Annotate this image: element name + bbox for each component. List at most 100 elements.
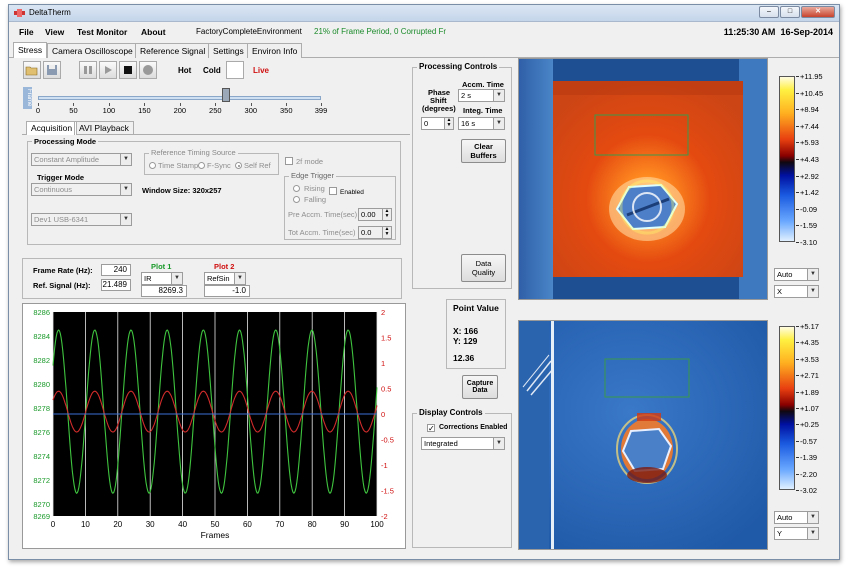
edge-enabled-checkbox[interactable] xyxy=(329,187,337,195)
stress-image-top[interactable] xyxy=(518,58,768,300)
colorbar-tick-mark xyxy=(796,142,799,144)
open-folder-button[interactable] xyxy=(23,61,41,79)
trigger-mode-select[interactable]: Continuous ▼ xyxy=(31,183,132,196)
window-size: Window Size: 320x257 xyxy=(142,186,222,195)
pre-accm-spinner[interactable]: 0.00 ▲ ▼ xyxy=(358,208,392,221)
display-mode-select[interactable]: Integrated ▼ xyxy=(421,437,505,450)
window-title: DeltaTherm xyxy=(29,8,71,17)
processing-mode-group: Processing Mode Constant Amplitude ▼ Trig… xyxy=(27,137,401,245)
processing-mode-select[interactable]: Constant Amplitude ▼ xyxy=(31,153,132,166)
phase-shift-spinner[interactable]: 0 ▲ ▼ xyxy=(421,117,454,130)
tab-reference-signal[interactable]: Reference Signal xyxy=(135,43,211,58)
save-button[interactable] xyxy=(43,61,61,79)
top-axis-select[interactable]: X ▼ xyxy=(774,285,819,298)
corrections-checkbox[interactable]: ✓ xyxy=(427,424,435,433)
colorbar-tick-mark xyxy=(796,326,799,327)
accm-time-select[interactable]: 2 s ▼ xyxy=(458,89,505,102)
chevron-down-icon: ▼ xyxy=(120,154,131,165)
y-left-tick-label: 8280 xyxy=(33,380,50,389)
top-scale-mode-value: Auto xyxy=(777,270,793,279)
edge-enabled-label: Enabled xyxy=(340,189,364,196)
y-right-tick-label: 1.5 xyxy=(381,334,391,343)
edge-trigger-title: Edge Trigger xyxy=(289,171,336,180)
point-value-box: Point Value X: 166 Y: 129 12.36 xyxy=(446,299,506,369)
self-ref-radio[interactable] xyxy=(235,162,242,169)
cold-button[interactable]: Cold xyxy=(203,66,221,75)
tab-settings[interactable]: Settings xyxy=(208,43,249,58)
spinner-arrows-icon: ▲ ▼ xyxy=(444,118,453,129)
y-left-tick-label: 8269 xyxy=(33,512,50,521)
clear-buffers-button[interactable]: Clear Buffers xyxy=(461,139,506,163)
menu-file[interactable]: File xyxy=(19,27,34,37)
fsync-radio[interactable] xyxy=(198,162,205,169)
rising-radio[interactable] xyxy=(293,185,300,192)
display-controls-group: Display Controls ✓ Corrections Enabled I… xyxy=(412,408,512,548)
tab-camera-oscilloscope[interactable]: Camera Oscilloscope xyxy=(47,43,138,58)
x-tick-label: 70 xyxy=(275,520,284,529)
device-select[interactable]: Dev1 USB-6341 ▼ xyxy=(31,213,132,226)
close-button[interactable]: ✕ xyxy=(801,6,835,18)
stress-map-top[interactable] xyxy=(519,59,767,299)
slider-tick-mark xyxy=(38,103,39,106)
device-value: Dev1 USB-6341 xyxy=(34,215,89,224)
frame-slider-track[interactable] xyxy=(38,96,321,100)
hot-button[interactable]: Hot xyxy=(178,66,191,75)
bottom-axis-select[interactable]: Y ▼ xyxy=(774,527,819,540)
tab-acquisition[interactable]: Acquisition xyxy=(26,121,78,135)
play-button[interactable] xyxy=(99,61,117,79)
bottom-scale-mode-select[interactable]: Auto ▼ xyxy=(774,511,819,524)
pause-icon xyxy=(84,66,92,74)
oscilloscope-plot[interactable]: 0 10 20 30 40 50 60 70 80 90 100 Frames 8286 8284 8282… xyxy=(22,303,406,549)
slider-tick-mark xyxy=(215,103,217,106)
colorbar-tick-label: +1.07 xyxy=(800,404,819,413)
stop-button[interactable] xyxy=(119,61,137,79)
corrections-label: Corrections Enabled xyxy=(439,424,508,431)
minimize-button[interactable]: – xyxy=(759,6,779,18)
falling-radio[interactable] xyxy=(293,196,300,203)
integ-time-select[interactable]: 16 s ▼ xyxy=(458,117,505,130)
slider-tick-mark xyxy=(321,103,322,106)
capture-data-button[interactable]: Capture Data xyxy=(462,375,498,399)
tab-stress[interactable]: Stress xyxy=(13,42,48,58)
colorbar-tick-mark xyxy=(796,358,799,360)
falling-label: Falling xyxy=(304,195,327,204)
tab-environ-info[interactable]: Environ Info xyxy=(247,43,303,58)
tot-accm-spinner[interactable]: 0.0 ▲ ▼ xyxy=(358,226,392,239)
plot2-select[interactable]: RefSin ▼ xyxy=(204,272,246,285)
chevron-down-icon: ▼ xyxy=(807,286,818,297)
pre-accm-label: Pre Accm. Time(sec) xyxy=(288,210,358,219)
frame-slider-thumb[interactable] xyxy=(221,88,230,102)
tab-avi-playback[interactable]: AVI Playback xyxy=(74,121,134,135)
colorbar-tick-mark xyxy=(796,391,799,393)
colorbar-top-labels: +11.95 +10.45 +8.94 +7.44 +5.93 +4.43 +2.92 +1.… xyxy=(796,72,840,247)
chevron-down-icon: ▼ xyxy=(493,90,504,101)
time-stamp-radio[interactable] xyxy=(149,162,156,169)
colorbar-tick-mark xyxy=(796,175,799,177)
data-quality-button[interactable]: Data Quality xyxy=(461,254,506,282)
colorbar-top xyxy=(779,76,795,242)
frame-status: 21% of Frame Period, 0 Corrupted Fr xyxy=(314,27,447,36)
chevron-down-icon: ▼ xyxy=(171,273,182,284)
colorbar-tick-mark xyxy=(796,125,799,127)
x-tick-label: 10 xyxy=(81,520,90,529)
plot1-select[interactable]: IR ▼ xyxy=(141,272,183,285)
clear-buffers-line1: Clear xyxy=(474,142,493,151)
frame-slider[interactable]: Frame 0 50 100 150 200 250 300 350 399 xyxy=(18,87,338,117)
pause-button[interactable] xyxy=(79,61,97,79)
stress-image-bottom[interactable] xyxy=(518,320,768,550)
menu-test-monitor[interactable]: Test Monitor xyxy=(77,27,127,37)
top-scale-mode-select[interactable]: Auto ▼ xyxy=(774,268,819,281)
menu-view[interactable]: View xyxy=(45,27,64,37)
colorbar-tick-label: +1.89 xyxy=(800,387,819,397)
colorbar-tick-mark xyxy=(796,242,799,243)
colorbar-tick-mark xyxy=(796,225,799,227)
toolbar: Hot Cold Live xyxy=(15,58,285,83)
colorbar-tick-label: +2.92 xyxy=(800,171,819,181)
menu-about[interactable]: About xyxy=(141,27,166,37)
two-f-mode-checkbox[interactable] xyxy=(285,157,293,165)
stress-map-bottom[interactable] xyxy=(519,321,767,549)
record-button[interactable] xyxy=(139,61,157,79)
colorbar-tick-label: +1.42 xyxy=(800,188,819,198)
maximize-button[interactable]: □ xyxy=(780,6,800,18)
clear-buffers-line2: Buffers xyxy=(470,151,497,160)
